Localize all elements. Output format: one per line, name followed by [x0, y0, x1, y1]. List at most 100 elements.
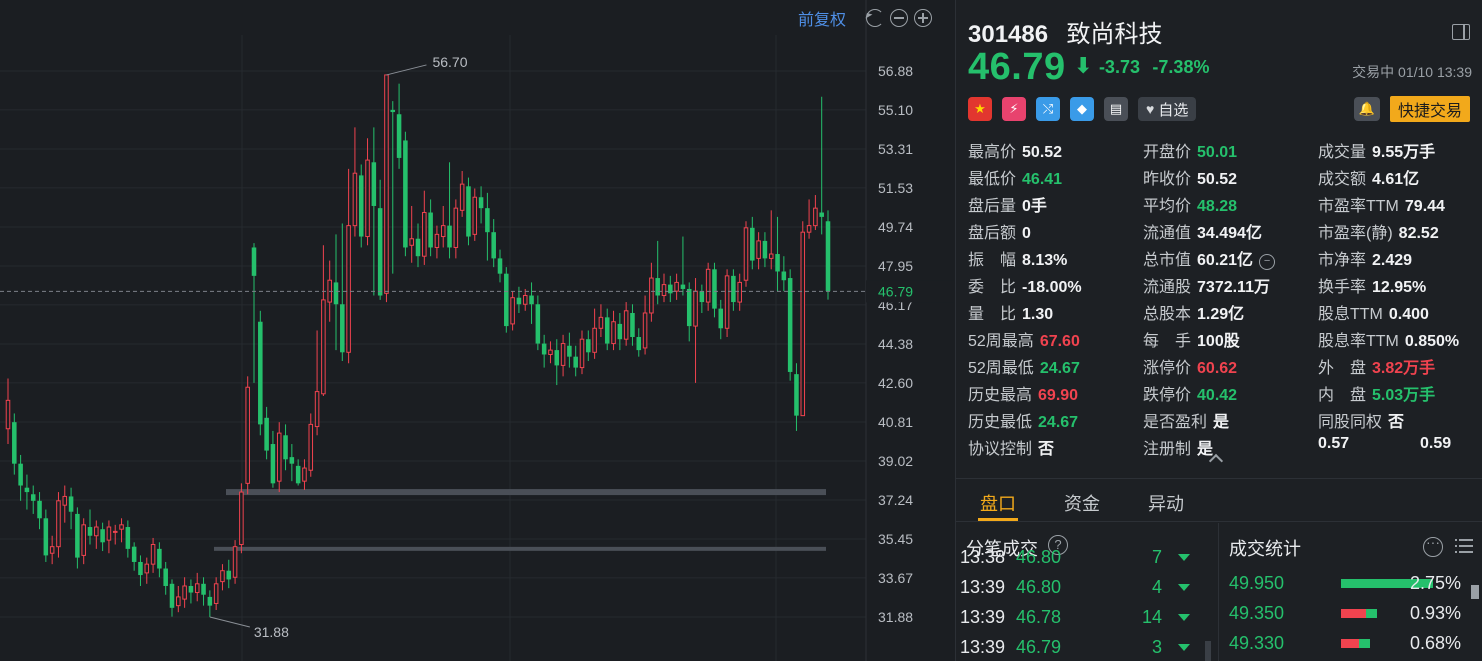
candle-body[interactable] — [377, 208, 383, 296]
candle-body[interactable] — [182, 585, 187, 600]
notes-icon[interactable]: ▤ — [1104, 97, 1128, 121]
candle-body[interactable] — [289, 457, 295, 464]
candle-body[interactable] — [138, 561, 143, 576]
candle-body[interactable] — [554, 350, 560, 366]
candle-body[interactable] — [674, 281, 679, 292]
candle-body[interactable] — [592, 327, 597, 353]
candle-body[interactable] — [787, 278, 793, 372]
candle-body[interactable] — [226, 570, 232, 580]
candle-body[interactable] — [686, 288, 692, 327]
candle-body[interactable] — [119, 524, 124, 530]
tick-row[interactable]: 13:39 46.79 3 — [960, 637, 1210, 661]
layout-toggle-icon[interactable] — [1452, 24, 1470, 40]
candle-body[interactable] — [62, 495, 68, 506]
candle-body[interactable] — [176, 596, 181, 607]
candle-body[interactable] — [642, 312, 648, 349]
candle-body[interactable] — [661, 284, 667, 297]
lightning-icon[interactable]: ⚡ — [1002, 97, 1026, 121]
kline-chart[interactable]: 56.88 55.10 53.31 51.53 49.74 47.95 46.17 44.38… — [0, 0, 955, 661]
candle-body[interactable] — [680, 284, 686, 289]
tick-trades-list[interactable]: 13:38 46.80 7 13:39 46.80 4 13:39 46.78 14 13:39 4… — [960, 547, 1210, 661]
candle-body[interactable] — [125, 527, 131, 549]
candle-body[interactable] — [819, 212, 824, 217]
candle-body[interactable] — [321, 299, 326, 395]
candle-body[interactable] — [390, 109, 396, 113]
candle-body[interactable] — [346, 225, 351, 353]
adjust-mode-button[interactable]: 前复权 — [798, 6, 846, 30]
candle-body[interactable] — [743, 227, 749, 281]
candle-body[interactable] — [762, 240, 768, 259]
candle-body[interactable] — [415, 238, 421, 257]
candle-body[interactable] — [295, 465, 301, 484]
candle-body[interactable] — [655, 278, 660, 296]
candle-body[interactable] — [188, 585, 194, 593]
candle-body[interactable] — [440, 225, 446, 238]
candle-body[interactable] — [352, 172, 358, 227]
candle-body[interactable] — [598, 316, 604, 329]
candle-body[interactable] — [276, 432, 282, 482]
candle-body[interactable] — [630, 312, 635, 338]
tab-capital[interactable]: 资金 — [1040, 479, 1124, 521]
candle-body[interactable] — [371, 162, 377, 206]
candle-body[interactable] — [491, 232, 496, 259]
candle-body[interactable] — [649, 277, 654, 314]
tag-icon[interactable]: ◆ — [1070, 97, 1094, 121]
candle-body[interactable] — [560, 343, 566, 366]
candle-body[interactable] — [131, 546, 137, 562]
candle-body[interactable] — [163, 568, 168, 586]
candle-body[interactable] — [258, 321, 263, 425]
candle-body[interactable] — [548, 349, 553, 355]
candle-body[interactable] — [245, 386, 250, 484]
candle-body[interactable] — [447, 225, 452, 248]
candle-body[interactable] — [800, 231, 806, 417]
candle-body[interactable] — [302, 467, 307, 482]
candle-body[interactable] — [775, 254, 780, 272]
volume-row[interactable]: 49.350 0.93% — [1229, 599, 1479, 629]
candle-body[interactable] — [144, 563, 150, 574]
candle-body[interactable] — [604, 317, 610, 344]
candle-body[interactable] — [333, 282, 339, 305]
candle-body[interactable] — [264, 417, 269, 451]
candle-body[interactable] — [5, 399, 11, 430]
reset-icon[interactable] — [866, 9, 885, 27]
info-circle-icon[interactable]: − — [1259, 254, 1276, 270]
candle-body[interactable] — [403, 140, 408, 248]
candle-body[interactable] — [201, 583, 206, 595]
candle-body[interactable] — [466, 186, 471, 237]
candle-body[interactable] — [340, 304, 345, 353]
candle-body[interactable] — [251, 247, 257, 276]
candle-body[interactable] — [573, 356, 578, 368]
candle-body[interactable] — [478, 197, 484, 209]
candle-body[interactable] — [668, 284, 673, 294]
shuffle-icon[interactable]: ⤭ — [1036, 97, 1060, 121]
candle-body[interactable] — [81, 524, 86, 556]
candle-body[interactable] — [768, 253, 774, 259]
candle-body[interactable] — [579, 338, 585, 369]
candle-body[interactable] — [756, 240, 761, 259]
candle-body[interactable] — [409, 238, 414, 246]
candle-body[interactable] — [270, 444, 276, 484]
candle-body[interactable] — [396, 114, 402, 158]
candle-body[interactable] — [724, 275, 730, 329]
candle-body[interactable] — [75, 513, 80, 558]
tick-scrollbar[interactable] — [1205, 641, 1211, 661]
candle-body[interactable] — [384, 74, 389, 294]
tick-row[interactable]: 13:39 46.80 4 — [960, 577, 1210, 607]
candle-body[interactable] — [693, 290, 698, 327]
candle-body[interactable] — [49, 546, 55, 554]
zoom-out-icon[interactable] — [890, 9, 909, 27]
candle-body[interactable] — [207, 596, 213, 606]
candle-body[interactable] — [750, 227, 755, 261]
candle-body[interactable] — [567, 345, 572, 357]
tab-activity[interactable]: 异动 — [1124, 479, 1208, 521]
volume-row[interactable]: 49.330 0.68% — [1229, 629, 1479, 659]
candle-body[interactable] — [510, 297, 515, 325]
candle-body[interactable] — [737, 281, 742, 303]
candle-body[interactable] — [30, 494, 36, 501]
candle-body[interactable] — [459, 183, 465, 211]
candle-body[interactable] — [157, 548, 162, 569]
candle-body[interactable] — [150, 543, 156, 565]
candle-body[interactable] — [314, 391, 320, 428]
candle-body[interactable] — [365, 159, 370, 238]
candle-body[interactable] — [794, 374, 799, 416]
